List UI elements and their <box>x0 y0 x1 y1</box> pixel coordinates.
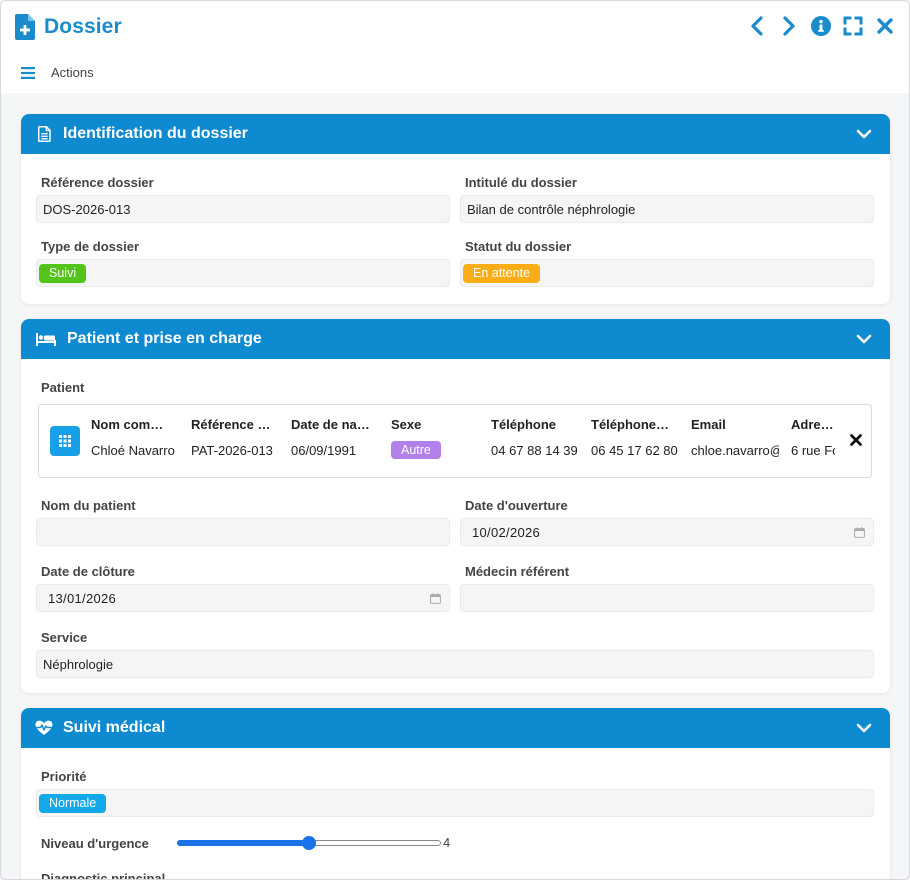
window-controls <box>747 15 895 37</box>
table-cell: Chloé Navarro <box>91 443 175 458</box>
intitule-label: Intitulé du dossier <box>465 175 577 190</box>
chevron-down-icon[interactable] <box>856 720 872 736</box>
chevron-right-icon[interactable] <box>779 15 799 37</box>
suivi-section: Suivi médical Priorité Normale Niveau d'… <box>21 708 890 880</box>
identification-title: Identification du dossier <box>63 125 248 142</box>
chevron-left-icon[interactable] <box>747 15 767 37</box>
ouverture-date-field[interactable]: 10/02/2026 <box>460 518 874 546</box>
ouverture-label: Date d'ouverture <box>465 498 568 513</box>
calendar-icon[interactable] <box>854 527 865 538</box>
table-cell: chloe.navarro@ <box>691 443 779 458</box>
table-cell: 04 67 88 14 39 <box>491 443 578 458</box>
patient-section-header[interactable]: Patient et prise en charge <box>21 319 890 359</box>
intitule-field[interactable]: Bilan de contrôle néphrologie <box>460 195 874 223</box>
patient-table: Nom com… Chloé Navarro Référence … PAT-2… <box>38 404 872 478</box>
service-value: Néphrologie <box>43 656 114 672</box>
window-header: Dossier Actions <box>1 1 909 93</box>
suivi-title: Suivi médical <box>63 719 166 736</box>
nom-label: Nom du patient <box>41 498 136 513</box>
table-header: Téléphone… <box>591 417 670 432</box>
slider-thumb[interactable] <box>302 836 316 850</box>
table-header: Adress <box>791 417 835 432</box>
identification-section: Identification du dossier Référence doss… <box>21 114 890 304</box>
col-email: Email chloe.navarro@ <box>691 417 779 459</box>
service-label: Service <box>41 630 88 645</box>
table-header: Date de na… <box>291 417 370 432</box>
heart-pulse-icon <box>35 719 53 737</box>
urgence-label: Niveau d'urgence <box>41 836 149 851</box>
file-plus-icon <box>15 14 35 40</box>
actions-menu[interactable]: Actions <box>21 65 94 80</box>
col-nom: Nom com… Chloé Navarro <box>91 417 179 459</box>
type-badge: Suivi <box>39 263 87 283</box>
col-adresse: Adress 6 rue Fo <box>791 417 835 459</box>
nom-field[interactable] <box>36 518 450 546</box>
table-header: Nom com… <box>91 417 164 432</box>
patient-section: Patient et prise en charge Patient Nom c… <box>21 319 890 693</box>
table-header: Téléphone <box>491 417 557 432</box>
priorite-label: Priorité <box>41 769 87 784</box>
document-icon <box>35 125 53 143</box>
table-header: Email <box>691 417 726 432</box>
chevron-down-icon[interactable] <box>856 331 872 347</box>
medecin-field[interactable] <box>460 584 874 612</box>
suivi-section-header[interactable]: Suivi médical <box>21 708 890 748</box>
hamburger-icon[interactable] <box>21 66 35 79</box>
urgence-value: 4 <box>443 835 451 850</box>
reference-value: DOS-2026-013 <box>43 201 131 217</box>
table-cell: 6 rue Fo <box>791 443 835 458</box>
table-header: Sexe <box>391 417 422 432</box>
patient-table-row[interactable]: Nom com… Chloé Navarro Référence … PAT-2… <box>91 417 835 467</box>
col-telephone-2: Téléphone… 06 45 17 62 80 <box>591 417 679 459</box>
medecin-label: Médecin référent <box>465 564 570 579</box>
type-label: Type de dossier <box>41 239 140 254</box>
page-title: Dossier <box>44 15 122 38</box>
patient-title: Patient et prise en charge <box>67 330 262 347</box>
bed-icon <box>35 330 57 348</box>
cloture-date-field[interactable]: 13/01/2026 <box>36 584 450 612</box>
identification-section-header[interactable]: Identification du dossier <box>21 114 890 154</box>
cloture-value: 13/01/2026 <box>48 590 117 606</box>
table-cell: PAT-2026-013 <box>191 443 273 458</box>
chevron-down-icon[interactable] <box>856 126 872 142</box>
intitule-value: Bilan de contrôle néphrologie <box>467 201 636 217</box>
urgence-slider[interactable] <box>177 836 441 850</box>
table-header: Référence … <box>191 417 271 432</box>
table-cell: Autre <box>391 441 479 461</box>
priorite-badge: Normale <box>39 793 107 813</box>
title-row: Dossier <box>15 13 122 41</box>
reference-field[interactable]: DOS-2026-013 <box>36 195 450 223</box>
statut-badge: En attente <box>463 263 540 283</box>
table-cell: 06/09/1991 <box>291 443 357 458</box>
expand-icon[interactable] <box>843 15 863 37</box>
sexe-badge: Autre <box>391 441 441 459</box>
diagnostic-label: Diagnostic principal <box>41 871 166 880</box>
service-field[interactable]: Néphrologie <box>36 650 874 678</box>
calendar-icon[interactable] <box>430 593 441 604</box>
actions-label[interactable]: Actions <box>51 65 94 80</box>
statut-label: Statut du dossier <box>465 239 572 254</box>
ouverture-value: 10/02/2026 <box>472 524 541 540</box>
table-cell: 06 45 17 62 80 <box>591 443 678 458</box>
type-field[interactable]: Suivi <box>36 259 450 287</box>
priorite-field[interactable]: Normale <box>36 789 874 817</box>
slider-fill <box>177 840 309 846</box>
x-icon[interactable] <box>849 433 863 447</box>
statut-field[interactable]: En attente <box>460 259 874 287</box>
reference-label: Référence dossier <box>41 175 154 190</box>
cloture-label: Date de clôture <box>41 564 135 579</box>
col-sexe: Sexe Autre <box>391 417 479 461</box>
grid-icon[interactable] <box>50 426 80 456</box>
col-telephone: Téléphone 04 67 88 14 39 <box>491 417 579 459</box>
info-icon[interactable] <box>811 15 831 37</box>
patient-label: Patient <box>41 380 85 395</box>
dossier-window: Dossier Actions Identification du dossie… <box>0 0 910 880</box>
col-date-naissance: Date de na… 06/09/1991 <box>291 417 379 459</box>
col-reference: Référence … PAT-2026-013 <box>191 417 279 459</box>
close-icon[interactable] <box>875 15 895 37</box>
